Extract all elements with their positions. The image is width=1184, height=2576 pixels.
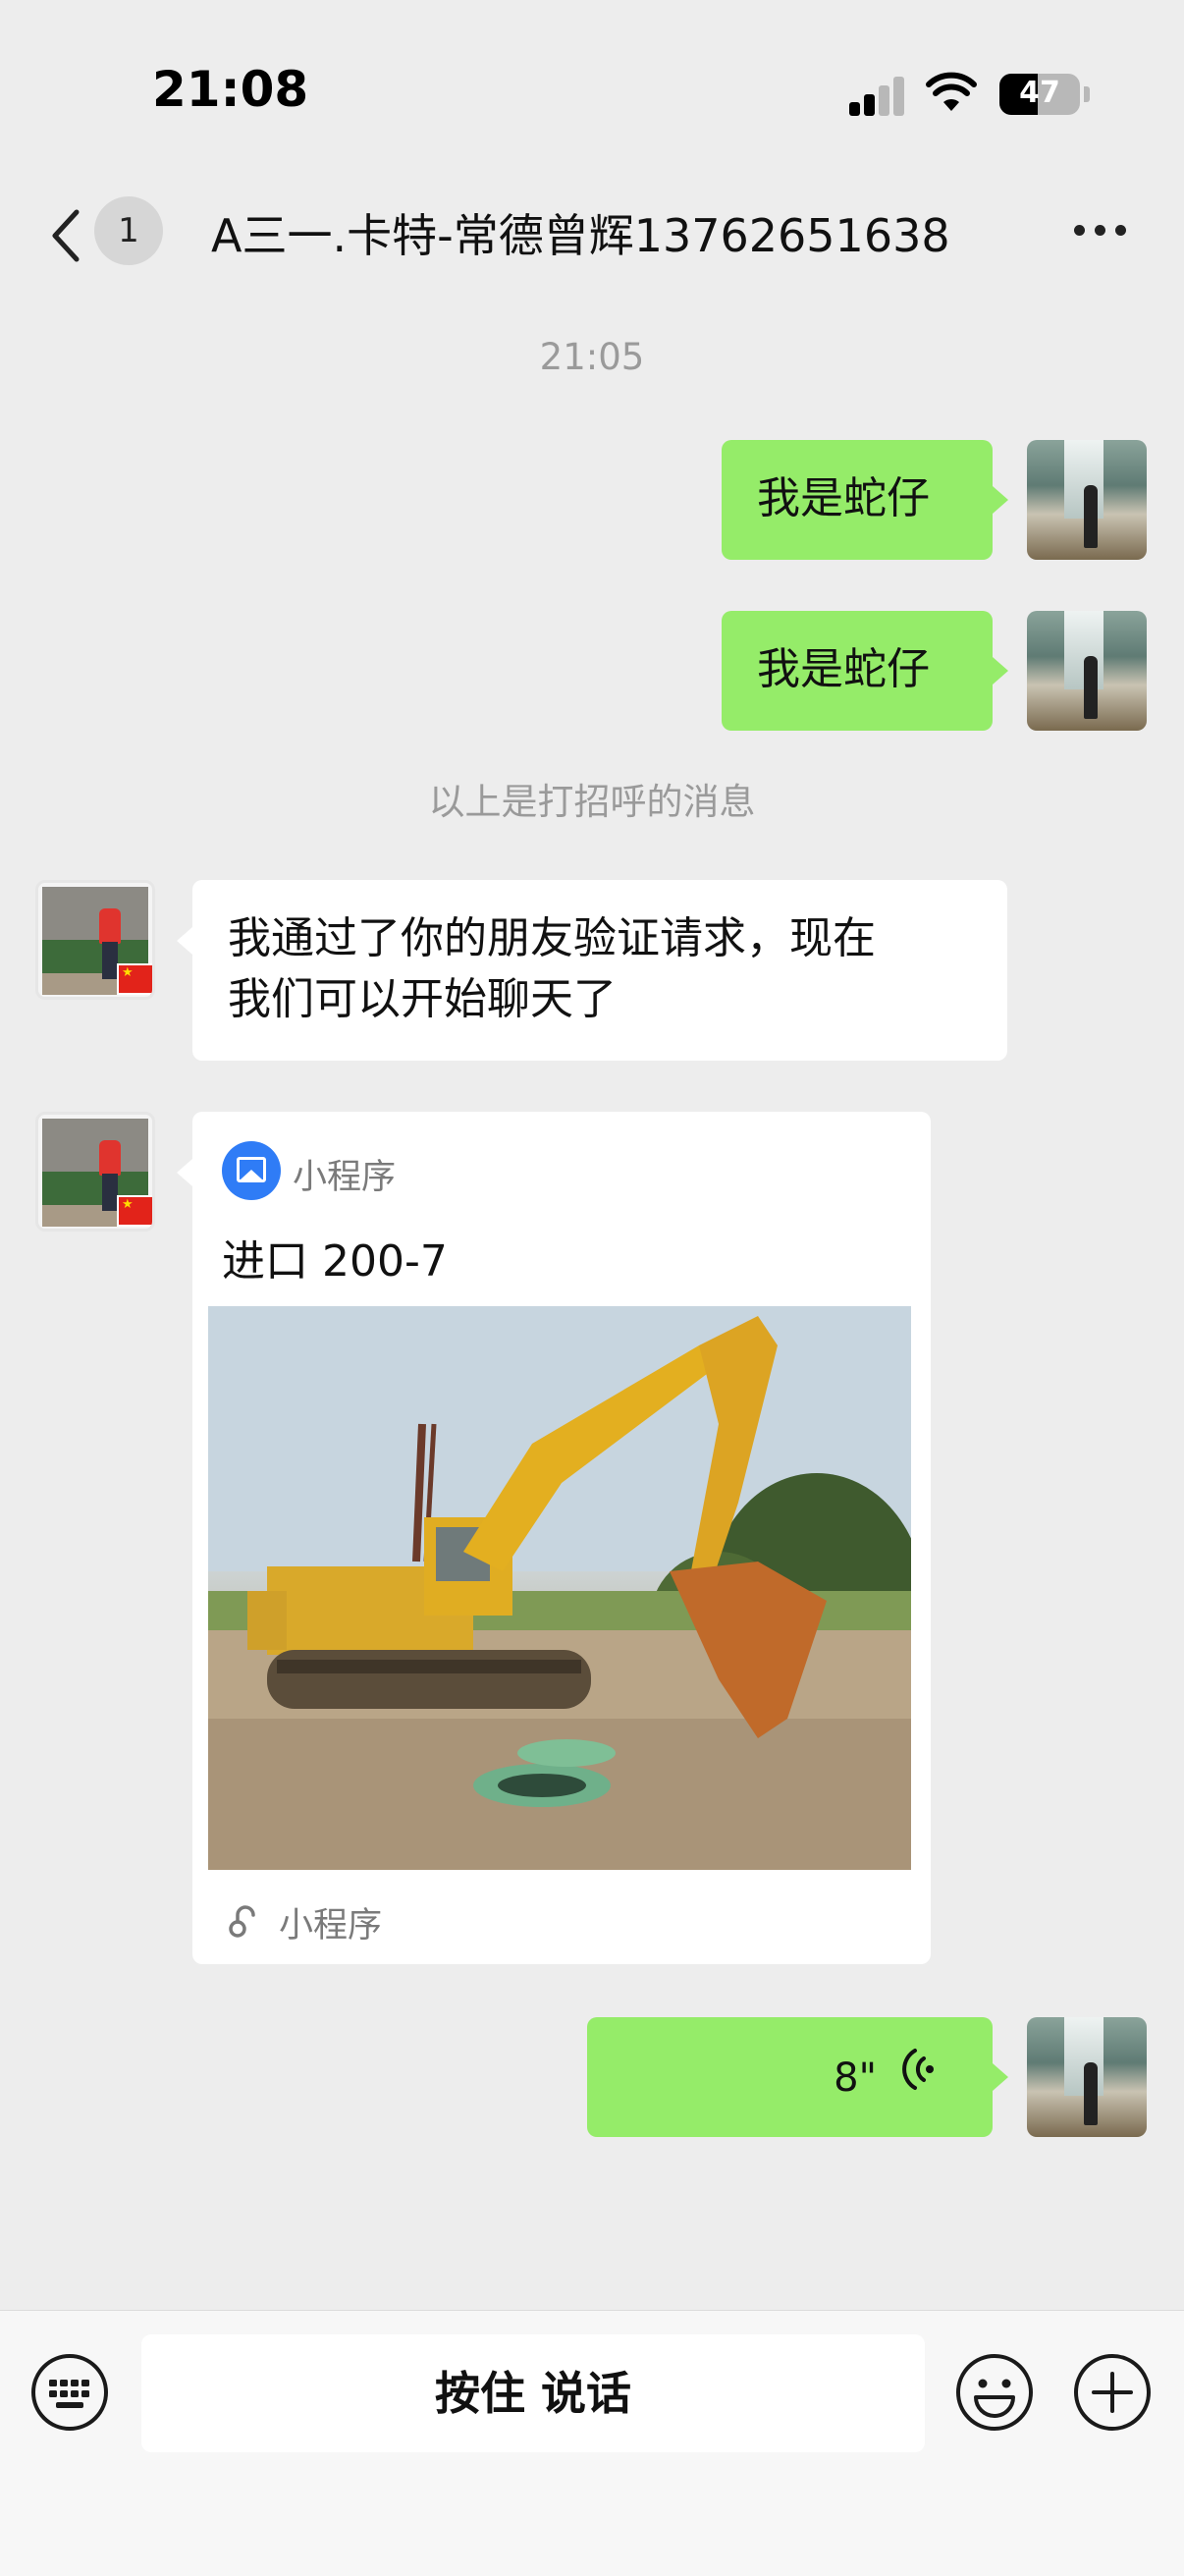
self-avatar[interactable]	[1027, 611, 1147, 731]
excavator-illustration	[208, 1306, 911, 1870]
status-time: 21:08	[152, 61, 309, 118]
hold-to-talk-button[interactable]: 按住 说话	[141, 2334, 925, 2452]
plus-icon[interactable]	[1072, 2352, 1153, 2433]
voice-message[interactable]: 8"	[587, 2017, 993, 2137]
battery-indicator: 47	[999, 74, 1080, 115]
cellular-signal-icon	[849, 77, 904, 116]
wifi-icon	[926, 72, 977, 111]
mini-program-icon	[222, 1141, 281, 1200]
chat-title: A三一.卡特-常德曾辉13762651638	[211, 209, 950, 262]
outgoing-message[interactable]: 我是蛇仔	[722, 440, 993, 560]
bubble-tail	[993, 2063, 1008, 2091]
more-icon[interactable]	[1070, 218, 1131, 244]
back-icon[interactable]	[47, 206, 82, 265]
battery-tip	[1084, 86, 1090, 102]
voice-duration: 8"	[834, 2055, 877, 2101]
message-text: 我是蛇仔	[757, 473, 930, 523]
message-timestamp: 21:05	[539, 336, 645, 378]
bubble-tail	[993, 657, 1008, 685]
emoji-icon[interactable]	[954, 2352, 1035, 2433]
link-icon	[229, 1905, 255, 1938]
battery-percent: 47	[1019, 76, 1060, 110]
message-text-line1: 我通过了你的朋友验证请求，现在	[228, 913, 876, 963]
self-avatar[interactable]	[1027, 2017, 1147, 2137]
mini-program-title: 进口 200-7	[222, 1236, 448, 1287]
bubble-tail	[993, 486, 1008, 514]
keyboard-icon[interactable]	[29, 2352, 110, 2433]
mini-program-source-label: 小程序	[293, 1158, 397, 1197]
voice-wave-icon	[902, 2049, 934, 2090]
status-bar: 21:08 47	[0, 0, 1184, 187]
message-text: 我是蛇仔	[757, 644, 930, 694]
self-avatar[interactable]	[1027, 440, 1147, 560]
contact-avatar[interactable]	[35, 1112, 155, 1232]
bubble-tail	[177, 1159, 192, 1186]
message-text-line2: 我们可以开始聊天了	[228, 974, 617, 1024]
incoming-message[interactable]: 我通过了你的朋友验证请求，现在 我们可以开始聊天了	[192, 880, 1007, 1061]
mini-program-footer-label: 小程序	[279, 1906, 383, 1946]
greeting-notice: 以上是打招呼的消息	[428, 781, 756, 823]
unread-count-badge[interactable]: 1	[94, 196, 163, 265]
excavator-photo	[208, 1306, 911, 1870]
input-bar: 按住 说话	[0, 2310, 1184, 2576]
contact-avatar[interactable]	[35, 880, 155, 1000]
bubble-tail	[177, 927, 192, 955]
outgoing-message[interactable]: 我是蛇仔	[722, 611, 993, 731]
mini-program-card[interactable]: 小程序 进口 200-7 小程序	[192, 1112, 931, 1964]
